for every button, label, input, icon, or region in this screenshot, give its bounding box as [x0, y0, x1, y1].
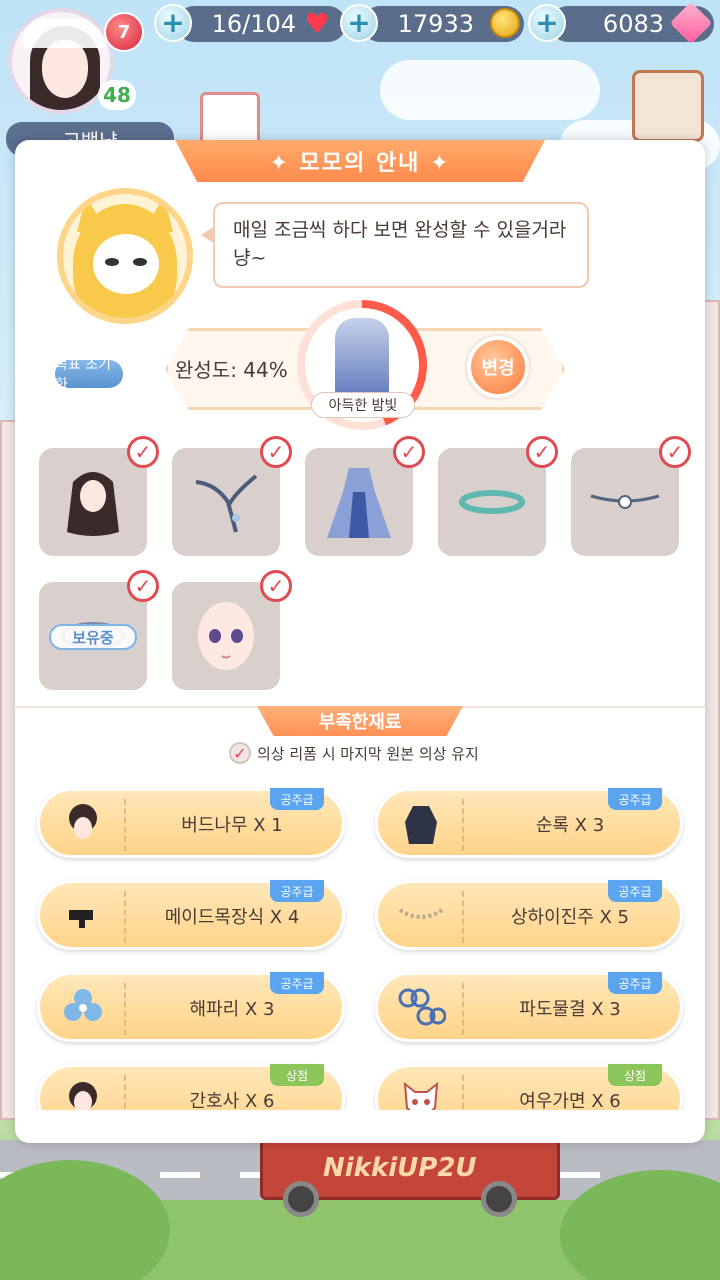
material-item[interactable]: 여우가면 X 6 상점	[375, 1064, 683, 1110]
hair-icon	[67, 472, 119, 536]
material-item[interactable]: 버드나무 X 1 공주급	[37, 788, 345, 858]
material-name: 여우가면 X 6	[519, 1091, 621, 1110]
separator	[124, 799, 126, 851]
cloud	[380, 60, 600, 120]
completion-text: 완성도: 44%	[175, 358, 288, 382]
check-icon: ✓	[393, 436, 425, 468]
coin-icon	[488, 6, 522, 40]
avatar-veil	[22, 18, 108, 48]
material-grade-tag: 공주급	[270, 972, 324, 994]
keep-original-option[interactable]: ✓ 의상 리폼 시 마지막 원본 의상 유지	[229, 740, 479, 766]
material-name: 버드나무 X 1	[181, 815, 283, 836]
item-slot-bracelet[interactable]: ✓	[438, 436, 558, 556]
bracelet-icon	[459, 490, 525, 514]
check-icon: ✓	[260, 570, 292, 602]
material-grade-tag: 공주급	[270, 880, 324, 902]
bus-wheel	[481, 1181, 517, 1217]
avatar-face	[42, 40, 88, 98]
material-name: 해파리 X 3	[189, 999, 275, 1020]
dark-dress-icon	[394, 799, 448, 849]
hair-bun-icon	[56, 799, 110, 849]
material-grade-tag: 공주급	[270, 788, 324, 810]
stamina-value: 16/104	[211, 10, 296, 38]
dress-name: 아득한 밤빛	[311, 392, 415, 418]
reset-goal-button[interactable]: 목표 초기화	[55, 357, 123, 393]
level-badge: 48	[98, 80, 136, 110]
check-icon: ✓	[260, 436, 292, 468]
material-grade-tag: 공주급	[608, 972, 662, 994]
mascot-eye	[105, 258, 119, 266]
material-item[interactable]: 상하이진주 X 5 공주급	[375, 880, 683, 950]
nurse-hair-icon	[56, 1075, 110, 1110]
pearl-necklace-icon	[394, 891, 448, 941]
check-icon: ✓	[526, 436, 558, 468]
dress-icon	[327, 468, 391, 538]
feather-ornament-icon	[195, 474, 258, 533]
necklace-icon	[590, 494, 660, 509]
wardrobe-icon[interactable]	[632, 70, 704, 142]
item-slot-accessory[interactable]: 보유중 ✓	[39, 570, 159, 690]
fox-mask-icon	[394, 1075, 448, 1110]
momo-mascot	[57, 188, 193, 324]
bus-wheel	[283, 1181, 319, 1217]
speech-bubble: 매일 조금씩 하다 보면 완성할 수 있을거라냥~	[213, 202, 589, 288]
separator	[462, 983, 464, 1035]
mascot-face	[93, 234, 159, 294]
item-slot-hair-ornament[interactable]: ✓	[172, 436, 292, 556]
material-name: 상하이진주 X 5	[510, 907, 630, 928]
material-item[interactable]: 파도물결 X 3 공주급	[375, 972, 683, 1042]
material-grade-tag: 공주급	[608, 788, 662, 810]
vip-badge[interactable]: 7	[104, 12, 144, 52]
mascot-eye	[133, 258, 147, 266]
coin-value: 17933	[397, 10, 474, 38]
separator	[124, 1075, 126, 1110]
check-icon: ✓	[127, 570, 159, 602]
item-slot-dress[interactable]: ✓	[305, 436, 425, 556]
check-icon: ✓	[127, 436, 159, 468]
separator	[462, 891, 464, 943]
check-icon[interactable]: ✓	[229, 742, 251, 764]
separator	[462, 799, 464, 851]
add-gems-button[interactable]: +	[528, 4, 566, 42]
material-shop-tag: 상점	[608, 1064, 662, 1086]
item-slot-necklace[interactable]: ✓	[571, 436, 691, 556]
separator	[124, 983, 126, 1035]
face-makeup-icon	[198, 602, 254, 670]
check-icon: ✓	[659, 436, 691, 468]
material-item[interactable]: 순록 X 3 공주급	[375, 788, 683, 858]
add-stamina-button[interactable]: +	[154, 4, 192, 42]
material-name: 파도물결 X 3	[519, 999, 621, 1020]
gem-icon	[669, 1, 713, 45]
material-grade-tag: 공주급	[608, 880, 662, 902]
jellyfish-icon	[56, 983, 110, 1033]
separator	[124, 891, 126, 943]
owned-tag: 보유중	[49, 624, 137, 650]
material-name: 간호사 X 6	[189, 1091, 275, 1110]
bow-icon	[56, 891, 110, 941]
gem-value: 6083	[602, 10, 664, 38]
materials-title: 부족한재료	[257, 706, 463, 736]
material-item[interactable]: 메이드목장식 X 4 공주급	[37, 880, 345, 950]
item-slot-hair[interactable]: ✓	[39, 436, 159, 556]
heart-icon: ♥	[304, 6, 330, 40]
item-slot-makeup[interactable]: ✓	[172, 570, 292, 690]
change-button[interactable]: 변경	[467, 336, 529, 398]
separator	[462, 1075, 464, 1110]
vip-level: 7	[117, 21, 131, 43]
material-item[interactable]: 간호사 X 6 상점	[37, 1064, 345, 1110]
material-shop-tag: 상점	[270, 1064, 324, 1086]
bus-label: NikkiUP2U	[323, 1153, 477, 1183]
material-name: 메이드목장식 X 4	[164, 907, 300, 928]
panel-title: ✦ 모모의 안내 ✦	[175, 140, 545, 182]
materials-list[interactable]: 버드나무 X 1 공주급 순록 X 3 공주급 메이드목장식 X 4 공주급 상…	[15, 780, 705, 1110]
material-item[interactable]: 해파리 X 3 공주급	[37, 972, 345, 1042]
add-coins-button[interactable]: +	[340, 4, 378, 42]
keep-original-label: 의상 리폼 시 마지막 원본 의상 유지	[257, 744, 479, 763]
material-name: 순록 X 3	[535, 815, 605, 836]
wave-ring-icon	[394, 983, 448, 1033]
guide-panel: ✦ 모모의 안내 ✦ 매일 조금씩 하다 보면 완성할 수 있을거라냥~ 목표 …	[15, 140, 705, 1143]
